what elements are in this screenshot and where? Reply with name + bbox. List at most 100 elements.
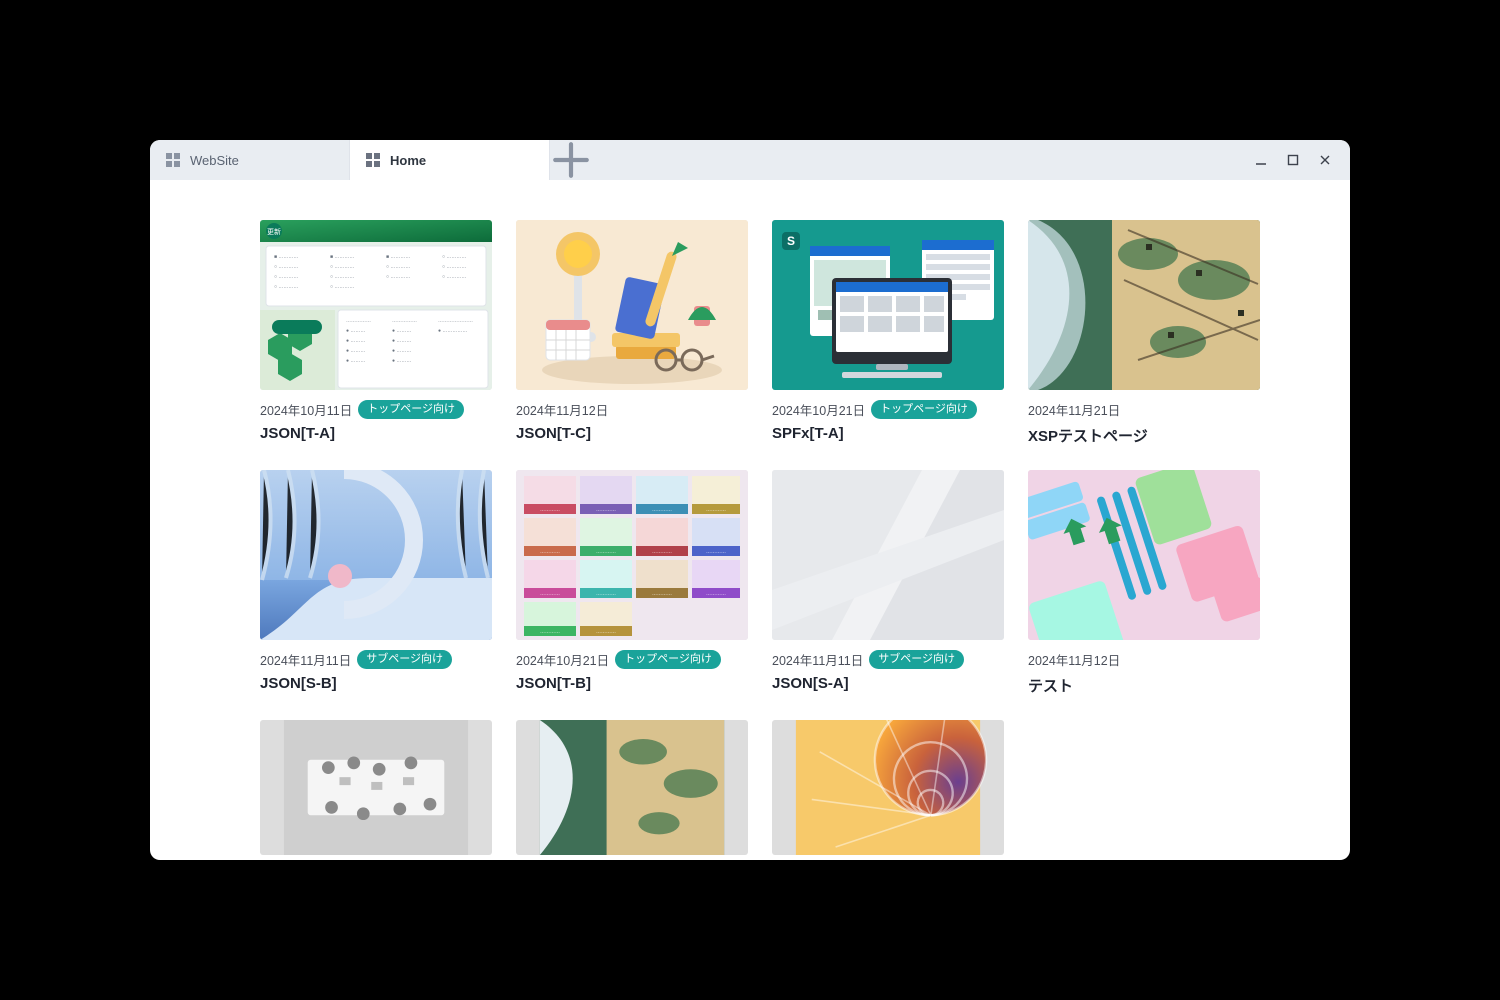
card[interactable]: 2024年11月11日 サブページ向け JSON[S-B] (260, 470, 492, 696)
card-date: 2024年11月11日 (772, 650, 863, 669)
svg-text:…………: ………… (540, 591, 560, 597)
svg-text:● ………: ● ……… (392, 348, 411, 354)
tab-label: WebSite (190, 153, 239, 168)
titlebar: WebSite Home (150, 140, 1350, 180)
card-tag: トップページ向け (871, 400, 977, 419)
svg-text:…………: ………… (540, 629, 560, 635)
maximize-button[interactable] (1278, 145, 1308, 175)
new-tab-button[interactable] (550, 140, 592, 180)
card-date: 2024年11月12日 (516, 400, 608, 419)
svg-text:● ………: ● ……… (346, 328, 365, 334)
card-thumbnail (772, 470, 1004, 640)
svg-text:…………: ………… (596, 549, 616, 555)
card-date: 2024年11月12日 (1028, 650, 1120, 669)
svg-text:○ …………: ○ ………… (386, 264, 410, 270)
svg-text:○ …………: ○ ………… (274, 264, 298, 270)
card[interactable]: 2024年11月12日 テスト (1028, 470, 1260, 696)
tab-website[interactable]: WebSite (150, 140, 350, 180)
svg-text:…………: ………… (706, 591, 726, 597)
svg-text:○ …………: ○ ………… (442, 264, 466, 270)
svg-text:○ …………: ○ ………… (330, 264, 354, 270)
card-meta: 2024年11月21日 (1028, 400, 1260, 419)
card[interactable]: S (772, 220, 1004, 446)
svg-text:■ …………: ■ ………… (330, 254, 354, 260)
svg-text:○ …………: ○ ………… (330, 274, 354, 280)
svg-text:…………: ………… (706, 507, 726, 513)
tab-home[interactable]: Home (350, 140, 550, 180)
svg-text:● ………: ● ……… (392, 338, 411, 344)
svg-text:○ …………: ○ ………… (274, 284, 298, 290)
card-date: 2024年11月11日 (260, 650, 351, 669)
card-tag: サブページ向け (357, 650, 452, 669)
card-thumbnail: ………… ………… ………… ………… ………… ………… ………… ………… … (516, 470, 748, 640)
svg-text:…………: ………… (596, 629, 616, 635)
card-tag: トップページ向け (358, 400, 464, 419)
card-tag: トップページ向け (615, 650, 721, 669)
card-title: JSON[S-B] (260, 675, 492, 692)
card-date: 2024年10月21日 (772, 400, 865, 419)
window-controls (1246, 140, 1350, 180)
svg-text:S: S (787, 234, 795, 248)
card-thumbnail (772, 720, 1004, 855)
svg-text:…………: ………… (652, 507, 672, 513)
svg-text:○ …………: ○ ………… (330, 284, 354, 290)
card[interactable]: 2024年11月11日 サブページ向け JSON[S-A] (772, 470, 1004, 696)
card-grid: 更新 ■ …………■ …………■ …………○ ………… ○ …………○ …………… (260, 220, 1240, 855)
card[interactable]: 2024年11月21日 XSPテストページ (1028, 220, 1260, 446)
card-thumbnail (1028, 470, 1260, 640)
svg-text:…………: ………… (540, 549, 560, 555)
app-window: WebSite Home (150, 140, 1350, 860)
card-meta: 2024年11月11日 サブページ向け (772, 650, 1004, 669)
plus-icon (550, 140, 592, 181)
grid-icon (166, 153, 180, 167)
card-thumbnail (516, 720, 748, 855)
svg-text:● ……………: ● …………… (438, 328, 467, 334)
maximize-icon (1287, 154, 1299, 166)
svg-text:……………: …………… (346, 318, 371, 324)
card-meta: 2024年11月12日 (516, 400, 748, 419)
card-meta: 2024年10月21日 トップページ向け (772, 400, 1004, 419)
card[interactable] (772, 720, 1004, 855)
card-thumbnail: S (772, 220, 1004, 390)
grid-icon (366, 153, 380, 167)
card[interactable] (260, 720, 492, 855)
svg-text:○ …………: ○ ………… (274, 274, 298, 280)
content-area: 更新 ■ …………■ …………■ …………○ ………… ○ …………○ …………… (150, 180, 1350, 860)
card-thumbnail (260, 470, 492, 640)
svg-text:…………: ………… (596, 591, 616, 597)
card[interactable] (516, 720, 748, 855)
close-button[interactable] (1310, 145, 1340, 175)
card-title: テスト (1028, 675, 1260, 696)
svg-text:…………: ………… (652, 549, 672, 555)
card[interactable]: ………… ………… ………… ………… ………… ………… ………… ………… … (516, 470, 748, 696)
card-meta: 2024年11月12日 (1028, 650, 1260, 669)
svg-text:● ………: ● ……… (346, 358, 365, 364)
svg-text:● ………: ● ……… (392, 328, 411, 334)
svg-text:……………: …………… (392, 318, 417, 324)
svg-text:○ …………: ○ ………… (442, 274, 466, 280)
card[interactable]: 更新 ■ …………■ …………■ …………○ ………… ○ …………○ …………… (260, 220, 492, 446)
card-meta: 2024年10月21日 トップページ向け (516, 650, 748, 669)
svg-text:…………: ………… (652, 591, 672, 597)
card-title: JSON[T-C] (516, 425, 748, 442)
svg-text:● ………: ● ……… (346, 338, 365, 344)
card-thumbnail (260, 720, 492, 855)
card-meta: 2024年11月11日 サブページ向け (260, 650, 492, 669)
card-thumbnail: 更新 ■ …………■ …………■ …………○ ………… ○ …………○ …………… (260, 220, 492, 390)
card-date: 2024年10月21日 (516, 650, 609, 669)
card-thumbnail (1028, 220, 1260, 390)
card[interactable]: 2024年11月12日 JSON[T-C] (516, 220, 748, 446)
svg-text:○ …………: ○ ………… (386, 274, 410, 280)
svg-text:…………………: ………………… (438, 318, 473, 324)
card-date: 2024年11月21日 (1028, 400, 1120, 419)
svg-text:● ………: ● ……… (346, 348, 365, 354)
svg-text:■ …………: ■ ………… (274, 254, 298, 260)
card-tag: サブページ向け (869, 650, 964, 669)
card-title: JSON[T-B] (516, 675, 748, 692)
card-title: JSON[T-A] (260, 425, 492, 442)
close-icon (1319, 154, 1331, 166)
card-title: JSON[S-A] (772, 675, 1004, 692)
minimize-button[interactable] (1246, 145, 1276, 175)
svg-text:● ………: ● ……… (392, 358, 411, 364)
card-meta: 2024年10月11日 トップページ向け (260, 400, 492, 419)
